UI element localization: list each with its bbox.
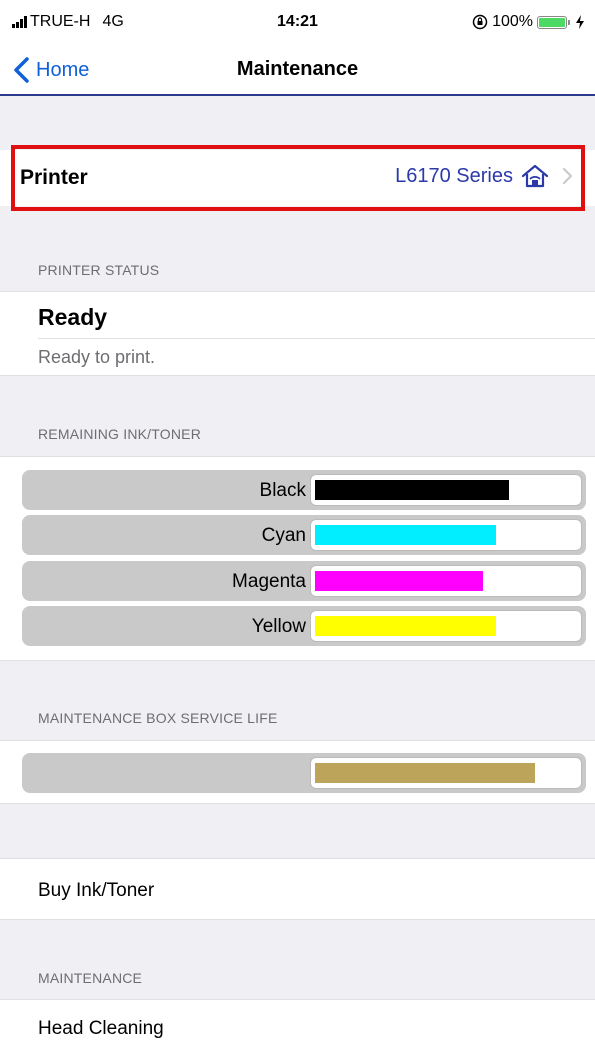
status-bar: TRUE-H 4G 14:21 100% <box>0 0 595 44</box>
ink-fill-cyan <box>315 525 496 545</box>
printer-selector-row[interactable]: Printer L6170 Series <box>0 150 595 206</box>
printer-status-description: Ready to print. <box>38 347 156 367</box>
ink-levels-section: Black Cyan Magenta Yellow <box>0 456 595 661</box>
battery-percent: 100% <box>492 13 533 30</box>
ink-track <box>310 565 582 597</box>
ink-track <box>310 474 582 506</box>
ink-name: Magenta <box>232 571 306 592</box>
printer-value: L6170 Series <box>395 164 573 188</box>
printer-status-header: PRINTER STATUS <box>38 262 160 278</box>
ink-fill-yellow <box>315 616 496 636</box>
printer-status-title: Ready <box>38 304 108 330</box>
printer-name: L6170 Series <box>395 164 513 187</box>
ink-fill-black <box>315 480 509 500</box>
ink-header: REMAINING INK/TONER <box>38 426 202 442</box>
battery-icon <box>537 15 570 29</box>
head-cleaning-row[interactable]: Head Cleaning <box>0 999 595 1051</box>
ink-fill-magenta <box>315 571 483 591</box>
printer-status-section: Ready Ready to print. <box>0 291 595 376</box>
ink-track <box>310 519 582 551</box>
maintenance-box-track <box>310 757 582 789</box>
head-cleaning-label: Head Cleaning <box>38 1018 164 1039</box>
maintenance-box-fill <box>315 763 535 783</box>
ink-name: Cyan <box>261 525 306 546</box>
orientation-lock-icon <box>472 14 488 30</box>
ink-name: Yellow <box>251 616 306 637</box>
buy-ink-row[interactable]: Buy Ink/Toner <box>0 858 595 920</box>
printer-label: Printer <box>20 166 88 189</box>
home-network-icon <box>521 164 549 188</box>
status-right: 100% <box>472 13 585 31</box>
ink-row-black: Black <box>22 470 586 510</box>
maintenance-header: MAINTENANCE <box>38 970 143 986</box>
maintenance-box-section <box>0 740 595 804</box>
buy-ink-label: Buy Ink/Toner <box>38 880 155 901</box>
navigation-bar: Home Maintenance <box>0 44 595 96</box>
maintenance-box-header: MAINTENANCE BOX SERVICE LIFE <box>38 710 278 726</box>
divider <box>38 338 595 339</box>
ink-track <box>310 610 582 642</box>
chevron-right-icon <box>563 168 572 184</box>
page-title: Maintenance <box>236 58 359 80</box>
charging-icon <box>576 15 584 29</box>
ink-row-cyan: Cyan <box>22 515 586 555</box>
ink-row-yellow: Yellow <box>22 606 586 646</box>
ink-row-magenta: Magenta <box>22 561 586 601</box>
maintenance-box-row <box>22 753 586 793</box>
ink-name: Black <box>259 480 306 501</box>
